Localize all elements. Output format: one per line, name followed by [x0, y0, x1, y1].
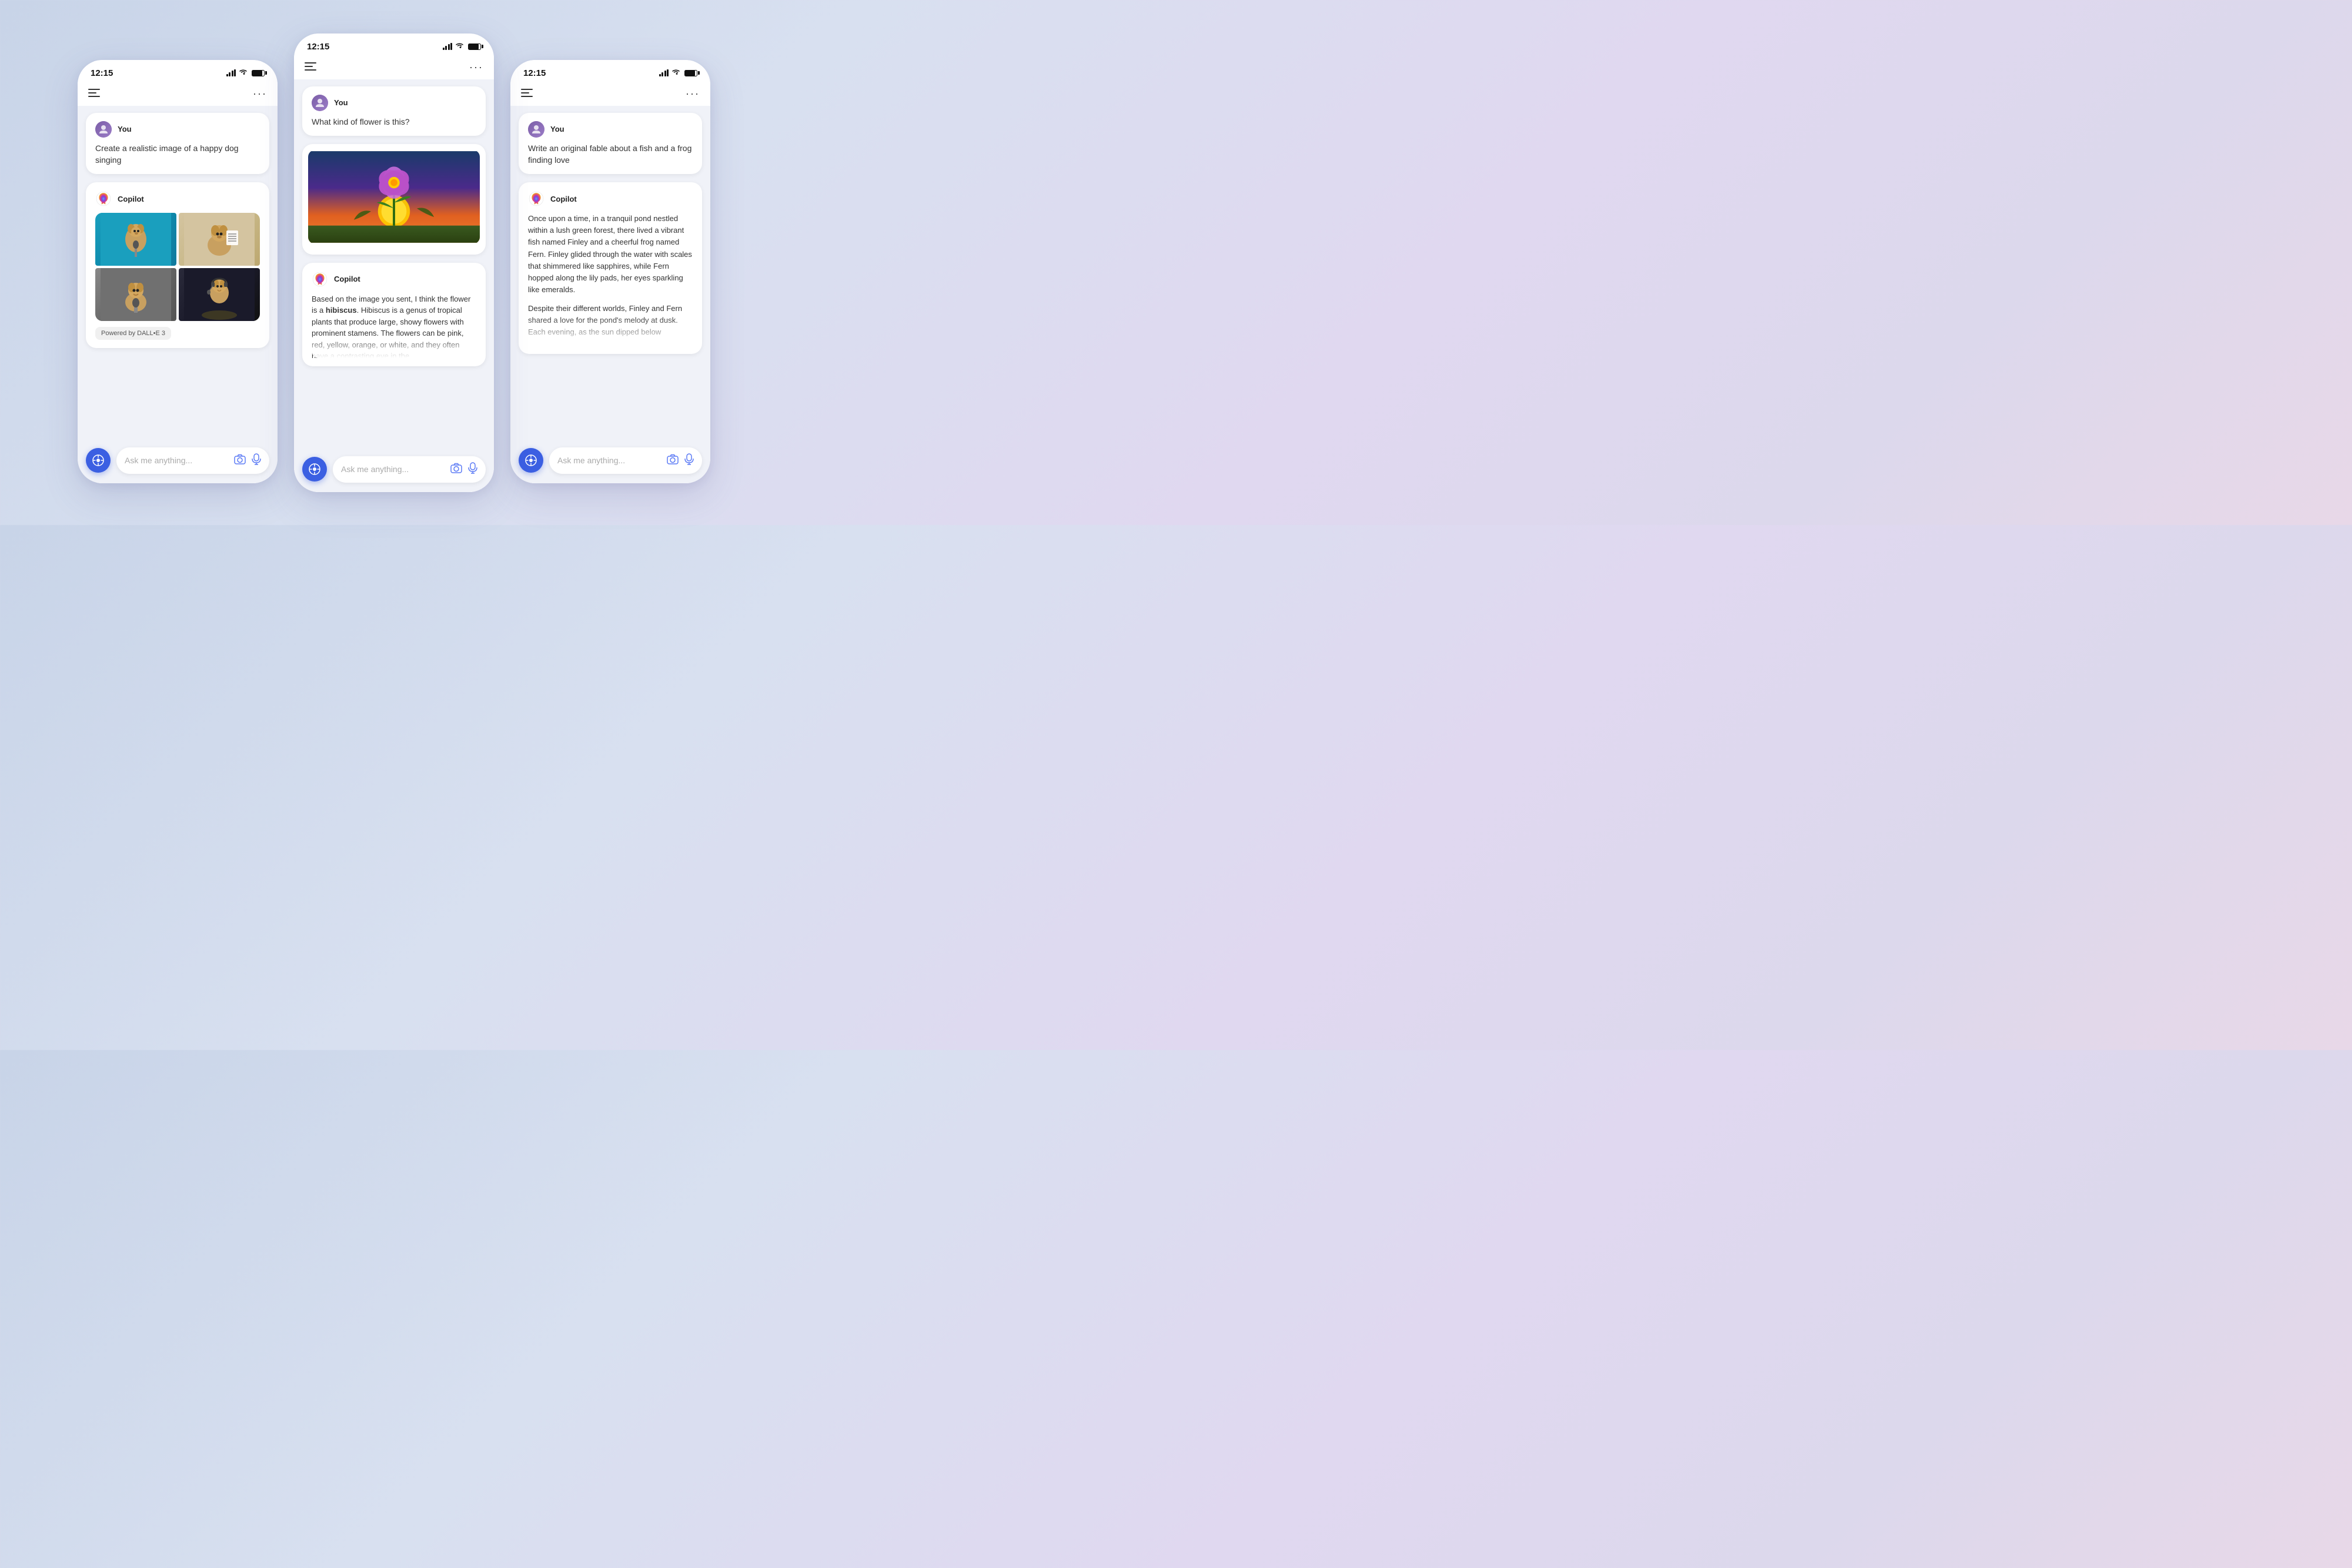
wifi-icon-center	[455, 42, 464, 51]
user-avatar-center	[312, 95, 328, 111]
signal-icon-left	[226, 69, 236, 76]
user-avatar-right	[528, 121, 544, 138]
signal-icon-right	[659, 69, 669, 76]
phone-center: 12:15	[294, 34, 494, 492]
phone-right: 12:15	[510, 60, 710, 483]
mic-icon-center[interactable]	[468, 462, 477, 477]
battery-icon-center	[468, 44, 481, 50]
dog-image-3	[95, 268, 176, 321]
input-box-left[interactable]: Ask me anything...	[116, 447, 269, 474]
copilot-message-right: Copilot Once upon a time, in a tranquil …	[519, 182, 702, 353]
copilot-name-right: Copilot	[550, 195, 577, 203]
dog-image-2	[179, 213, 260, 266]
add-button-right[interactable]	[519, 448, 543, 473]
copilot-message-left: Copilot	[86, 182, 269, 348]
copilot-name-left: Copilot	[118, 195, 144, 203]
user-text-right: Write an original fable about a fish and…	[528, 142, 693, 166]
user-text-left: Create a realistic image of a happy dog …	[95, 142, 260, 166]
input-box-center[interactable]: Ask me anything...	[333, 456, 486, 483]
status-time-center: 12:15	[307, 42, 329, 52]
dog-image-4	[179, 268, 260, 321]
copilot-text-center: Based on the image you sent, I think the…	[312, 293, 476, 358]
dog-image-1	[95, 213, 176, 266]
copilot-logo-left	[95, 190, 112, 207]
more-icon-center[interactable]: ···	[469, 61, 483, 73]
input-area-right: Ask me anything...	[510, 440, 710, 483]
copilot-message-center: Copilot Based on the image you sent, I t…	[302, 263, 486, 366]
menu-icon-left[interactable]	[88, 88, 100, 100]
input-placeholder-center: Ask me anything...	[341, 464, 450, 474]
signal-icon-center	[443, 43, 453, 50]
user-name-right: You	[550, 125, 564, 133]
status-time-right: 12:15	[523, 68, 546, 78]
flower-image	[308, 150, 480, 244]
fable-text-container: Once upon a time, in a tranquil pond nes…	[528, 213, 693, 345]
status-icons-right	[659, 69, 698, 77]
wifi-icon-right	[671, 69, 680, 77]
input-placeholder-right: Ask me anything...	[557, 456, 667, 465]
user-message-center: You What kind of flower is this?	[302, 86, 486, 136]
input-placeholder-left: Ask me anything...	[125, 456, 234, 465]
user-message-right: You Write an original fable about a fish…	[519, 113, 702, 175]
user-name-left: You	[118, 125, 132, 133]
status-icons-left	[226, 69, 265, 77]
input-area-center: Ask me anything...	[294, 449, 494, 492]
user-message-left: You Create a realistic image of a happy …	[86, 113, 269, 175]
dalle-badge: Powered by DALL•E 3	[95, 327, 171, 340]
camera-icon-center[interactable]	[450, 463, 462, 476]
status-bar-right: 12:15	[510, 60, 710, 83]
battery-icon-right	[684, 70, 697, 76]
status-time-left: 12:15	[91, 68, 113, 78]
mic-icon-left[interactable]	[252, 453, 261, 468]
phone-left: 12:15	[78, 60, 278, 483]
user-text-center: What kind of flower is this?	[312, 116, 476, 128]
nav-bar-left: ···	[78, 83, 278, 106]
fable-paragraph-1: Once upon a time, in a tranquil pond nes…	[528, 213, 693, 296]
mic-icon-right[interactable]	[684, 453, 694, 468]
more-icon-right[interactable]: ···	[686, 88, 700, 100]
status-bar-center: 12:15	[294, 34, 494, 56]
add-button-center[interactable]	[302, 457, 327, 482]
status-bar-left: 12:15	[78, 60, 278, 83]
wifi-icon-left	[239, 69, 248, 77]
phones-container: 12:15	[0, 10, 788, 516]
copilot-logo-center	[312, 271, 328, 287]
battery-icon-left	[252, 70, 265, 76]
camera-icon-left[interactable]	[234, 454, 246, 467]
user-name-center: You	[334, 98, 348, 107]
image-grid-left	[95, 213, 260, 321]
copilot-name-center: Copilot	[334, 275, 360, 283]
camera-icon-right[interactable]	[667, 454, 679, 467]
input-area-left: Ask me anything...	[78, 440, 278, 483]
add-button-left[interactable]	[86, 448, 111, 473]
flower-image-message	[302, 144, 486, 255]
input-box-right[interactable]: Ask me anything...	[549, 447, 702, 474]
menu-icon-center[interactable]	[305, 61, 316, 73]
more-icon-left[interactable]: ···	[253, 88, 267, 100]
nav-bar-center: ···	[294, 56, 494, 79]
nav-bar-right: ···	[510, 83, 710, 106]
user-avatar-left	[95, 121, 112, 138]
status-icons-center	[443, 42, 482, 51]
menu-icon-right[interactable]	[521, 88, 533, 100]
copilot-logo-right	[528, 190, 544, 207]
